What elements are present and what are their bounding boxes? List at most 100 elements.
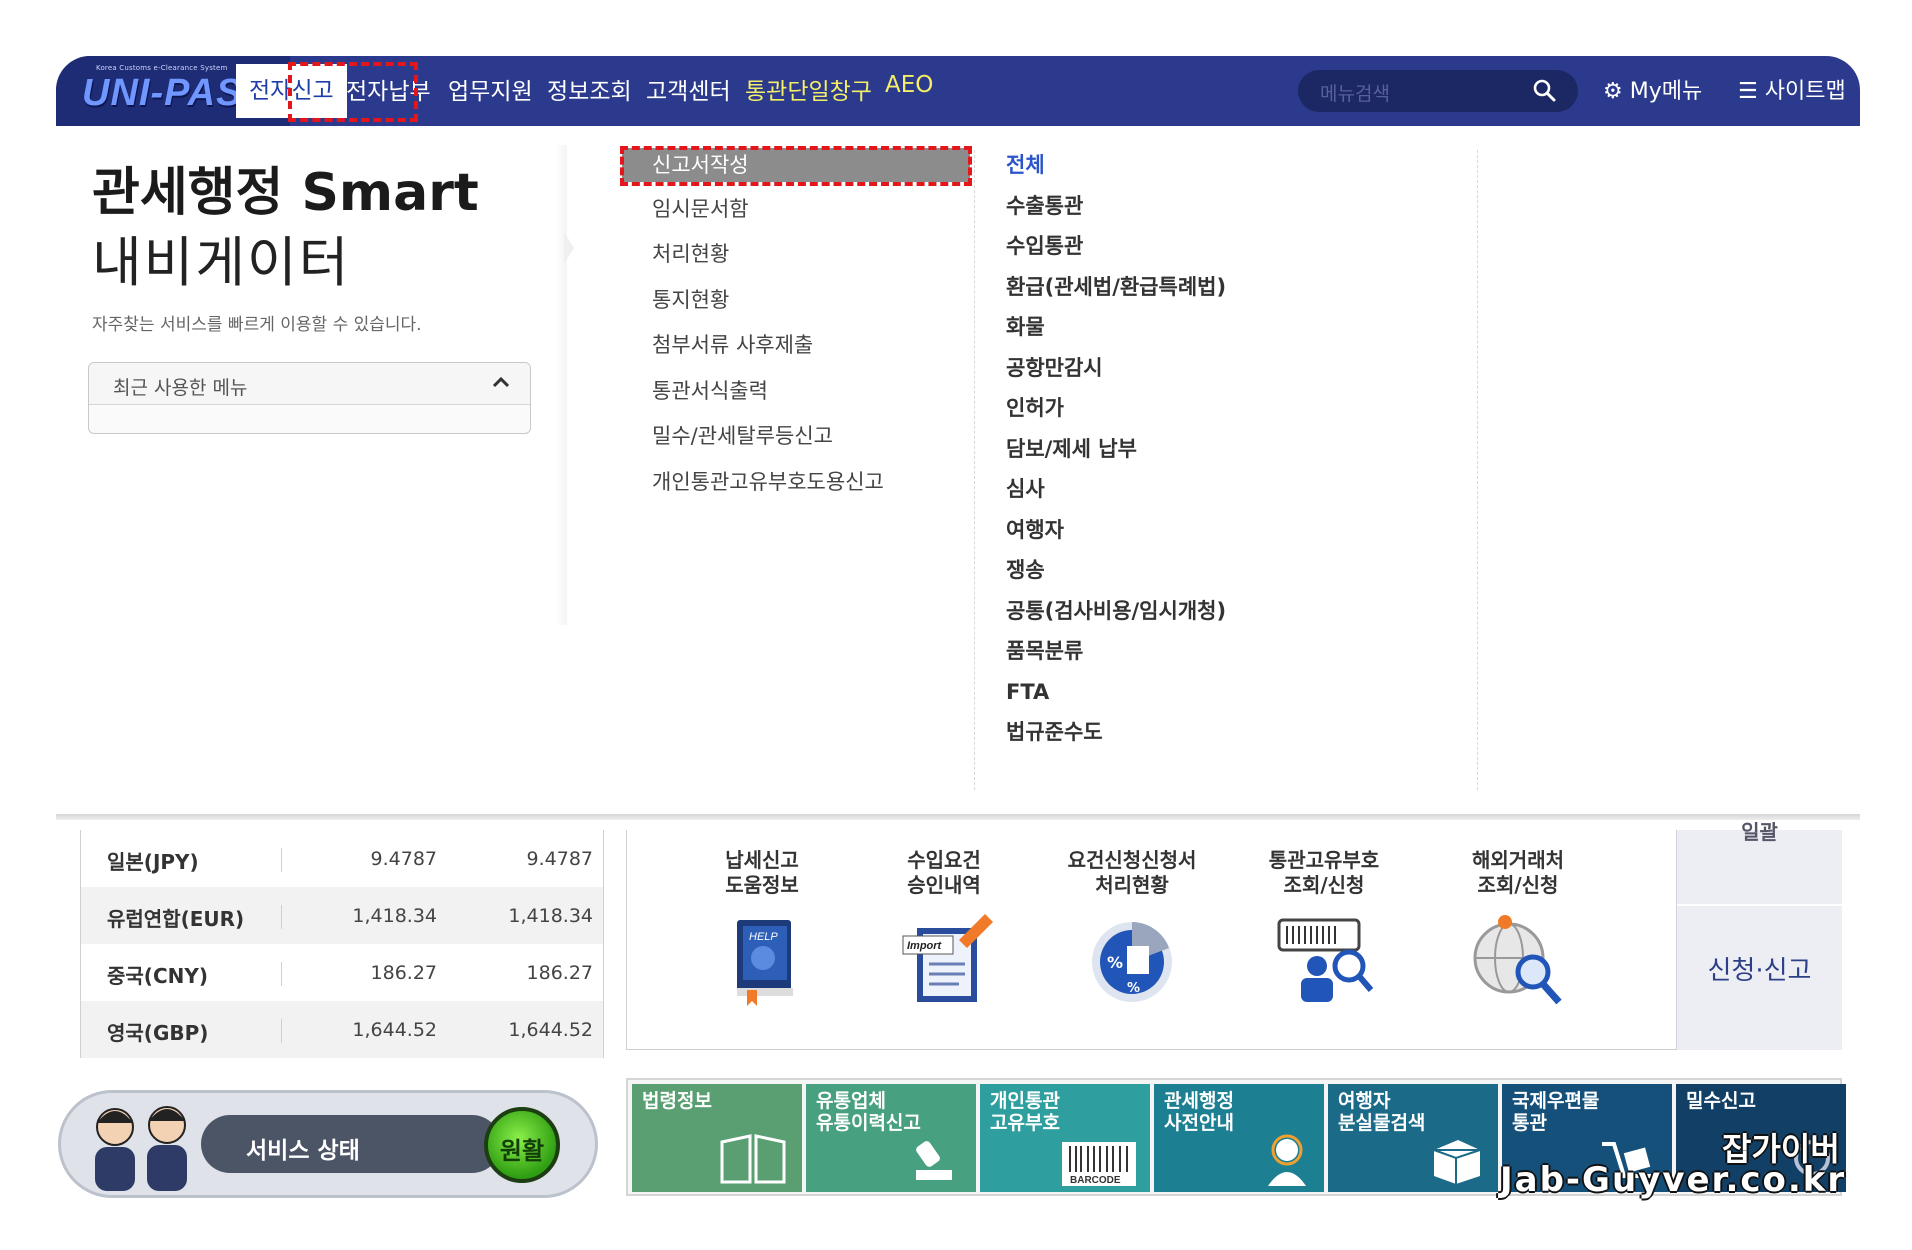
svg-text:BARCODE: BARCODE [1070,1175,1121,1186]
search-placeholder: 메뉴검색 [1320,83,1390,105]
submenu-port-surveillance[interactable]: 공항만감시 [1006,353,1226,394]
tab-batch-label: 일괄 [1741,820,1778,844]
tile-label: 관세행정 사전안내 [1164,1090,1234,1134]
tile-label: 여행자 분실물검색 [1338,1090,1426,1134]
highlight-box-nav [288,62,418,122]
submenu-travelers[interactable]: 여행자 [1006,515,1226,556]
submenu-item-attachment-submit[interactable]: 첨부서류 사후제출 [622,330,970,376]
submenu-item-pccc-misuse-report[interactable]: 개인통관고유부호도용신고 [622,467,970,513]
help-book-icon: HELP [737,920,793,1006]
cell-separator [281,1019,282,1043]
submenu-audit[interactable]: 심사 [1006,474,1226,515]
tile-lost-items[interactable]: 여행자 분실물검색 [1328,1084,1498,1192]
tile-label: 개인통관 고유부호 [990,1090,1060,1134]
recent-menu-dropdown[interactable]: 최근 사용한 메뉴 [88,362,531,434]
submenu-export-clearance[interactable]: 수출통관 [1006,191,1226,232]
barcode-icon: BARCODE [1062,1142,1136,1186]
rate-value: 1,644.52 [508,1019,593,1041]
my-menu-button[interactable]: ⚙ My메뉴 [1603,73,1702,105]
column-divider-1 [974,150,975,790]
service-tax-help[interactable]: 납세신고 도움정보 HELP [677,848,847,1014]
submenu-refund[interactable]: 환급(관세법/환급특례법) [1006,272,1226,313]
svg-text:Import: Import [907,940,943,952]
tile-pccc[interactable]: 개인통관 고유부호 BARCODE [980,1084,1150,1192]
tile-law-info[interactable]: 법령정보 [632,1084,802,1192]
application-tabs: 일괄 신청·신고 [1676,820,1842,1050]
submenu-cargo[interactable]: 화물 [1006,312,1226,353]
service-status-label: 서비스 상태 [246,1138,360,1164]
submenu-compliance[interactable]: 법규준수도 [1006,717,1226,758]
tab-batch[interactable]: 일괄 [1677,820,1842,906]
hamburger-icon: ☰ [1738,79,1758,104]
exchange-rate-table: 일본(JPY) 9.4787 9.4787 유럽연합(EUR) 1,418.34… [80,830,604,1058]
table-row: 영국(GBP) 1,644.52 1,644.52 [81,1001,603,1058]
watermark-url: Jab-Guyver.co.kr [1500,1160,1847,1200]
cell-separator [281,905,282,929]
site-map-button[interactable]: ☰ 사이트맵 [1738,73,1846,105]
rate-value: 1,418.34 [508,905,593,927]
submenu-item-processing-status[interactable]: 처리현황 [622,239,970,285]
svg-text:%: % [1127,981,1140,996]
nav-item-info-lookup[interactable]: 정보조회 [547,72,632,106]
nav-item-customer-center[interactable]: 고객센터 [646,72,731,106]
agent-icon [1268,1134,1306,1186]
submenu-permits[interactable]: 인허가 [1006,393,1226,434]
tile-advance-guide[interactable]: 관세행정 사전안내 [1154,1084,1324,1192]
currency-name: 영국(GBP) [107,1021,209,1045]
section-separator [56,814,1860,820]
page-title: 관세행정 Smart [92,163,479,223]
submenu-all[interactable]: 전체 [1006,150,1226,191]
tile-label: 유통업체 유통이력신고 [816,1090,921,1134]
stamp-icon [916,1141,952,1180]
submenu-item-form-print[interactable]: 통관서식출력 [622,376,970,422]
service-label: 통관고유부호 조회/신청 [1268,848,1380,897]
recent-menu-header[interactable]: 최근 사용한 메뉴 [89,363,530,405]
percent-chart-icon: % % [1092,922,1172,1002]
service-label: 수입요건 승인내역 [907,848,981,897]
nav-item-aeo[interactable]: AEO [885,72,933,98]
gear-icon: ⚙ [1603,79,1623,104]
submenu-item-smuggling-report[interactable]: 밀수/관세탈루등신고 [622,421,970,467]
submenu-column-1: 신고서작성 임시문서함 처리현황 통지현황 첨부서류 사후제출 통관서식출력 밀… [622,148,970,512]
highlight-box-submenu [620,146,972,186]
submenu-classification[interactable]: 품목분류 [1006,636,1226,677]
staff-avatars-icon [95,1106,187,1191]
service-import-approval[interactable]: 수입요건 승인내역 Import [859,848,1029,1014]
status-indicator: 원활 [484,1107,560,1183]
service-label: 요건신청신청서 처리현황 [1067,848,1197,897]
box-icon [1433,1140,1481,1184]
submenu-item-notice-status[interactable]: 통지현황 [622,285,970,331]
globe-search-icon [1473,915,1562,1005]
table-row: 중국(CNY) 186.27 186.27 [81,944,603,1001]
submenu-fta[interactable]: FTA [1006,677,1226,718]
chevron-up-icon[interactable] [492,375,510,389]
tile-distribution-report[interactable]: 유통업체 유통이력신고 [806,1084,976,1192]
rate-value: 1,644.52 [352,1019,437,1041]
submenu-item-temp-docs[interactable]: 임시문서함 [622,194,970,240]
submenu-column-2: 전체 수출통관 수입통관 환급(관세법/환급특례법) 화물 공항만감시 인허가 … [1006,150,1226,758]
book-icon [720,1134,786,1184]
barcode-search-icon [1277,918,1374,1002]
service-pccc-lookup[interactable]: 통관고유부호 조회/신청 [1239,848,1409,1014]
rate-value: 186.27 [370,962,437,984]
site-map-label: 사이트맵 [1764,79,1846,104]
submenu-appeals[interactable]: 쟁송 [1006,555,1226,596]
page-description: 자주찾는 서비스를 빠르게 이용할 수 있습니다. [92,315,422,335]
service-status-widget: 서비스 상태 원활 [58,1090,598,1198]
tab-application-report[interactable]: 신청·신고 [1677,950,1842,987]
submenu-common[interactable]: 공통(검사비용/임시개청) [1006,596,1226,637]
svg-text:HELP: HELP [749,931,778,943]
service-request-status[interactable]: 요건신청신청서 처리현황 % % [1047,848,1217,1014]
column-divider-2 [1477,150,1478,790]
nav-item-business-support[interactable]: 업무지원 [448,72,533,106]
submenu-import-clearance[interactable]: 수입통관 [1006,231,1226,272]
nav-item-single-window[interactable]: 통관단일창구 [745,72,872,106]
search-icon[interactable] [1532,78,1556,102]
menu-search-input[interactable]: 메뉴검색 [1298,70,1578,112]
rate-value: 186.27 [526,962,593,984]
submenu-collateral-tax-payment[interactable]: 담보/제세 납부 [1006,434,1226,475]
panel-divider [555,145,567,625]
service-overseas-partner[interactable]: 해외거래처 조회/신청 [1433,848,1603,1014]
cell-separator [281,848,282,872]
tile-label: 국제우편물 통관 [1512,1090,1600,1134]
